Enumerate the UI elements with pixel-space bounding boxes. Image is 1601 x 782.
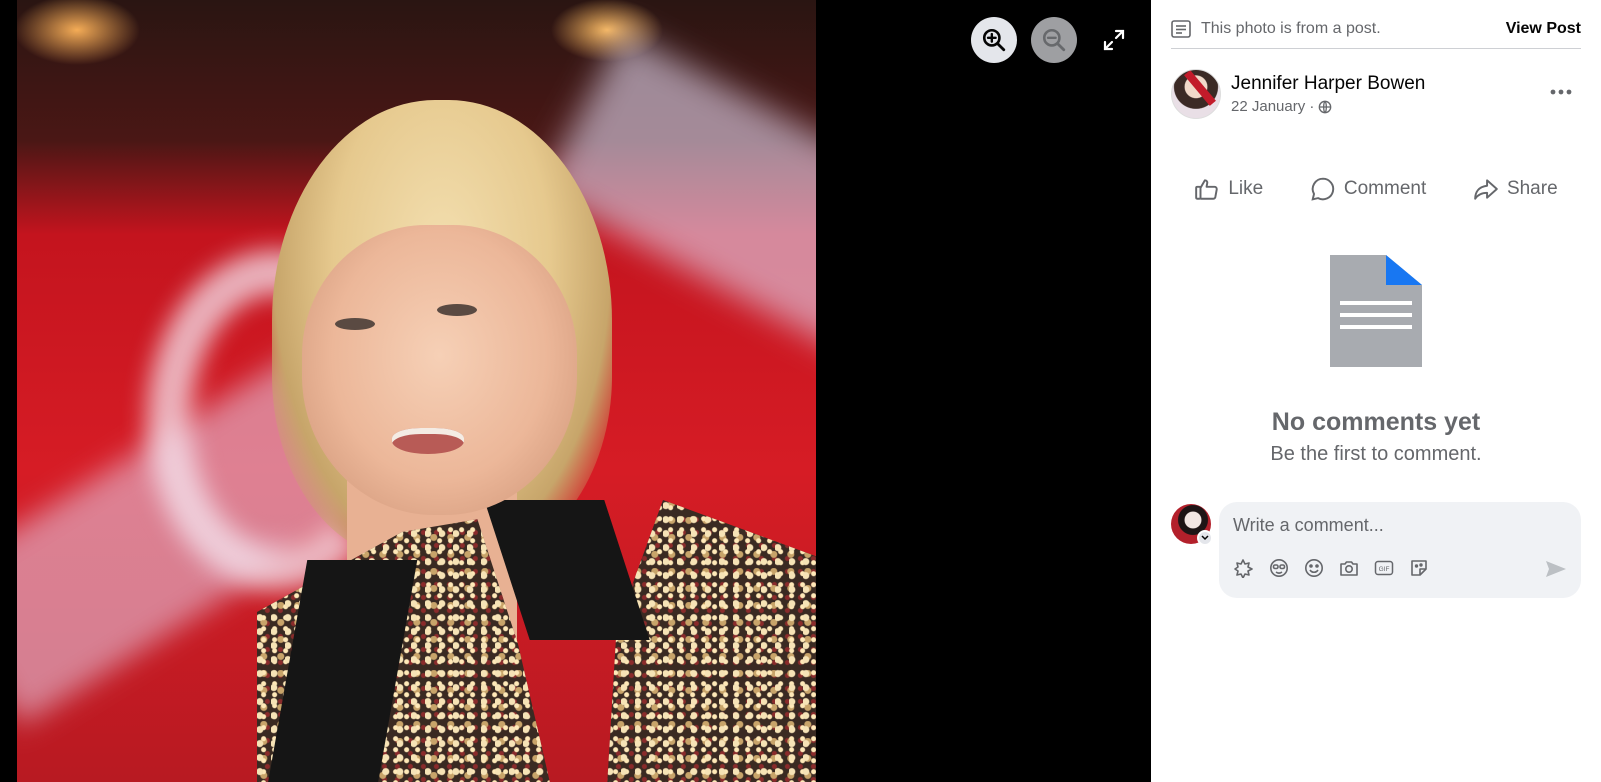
zoom-in-icon — [982, 28, 1006, 52]
thumbs-up-icon — [1195, 179, 1219, 200]
gif-button[interactable]: GIF — [1373, 557, 1395, 579]
author-avatar[interactable] — [1171, 69, 1221, 119]
post-date[interactable]: 22 January · — [1231, 98, 1314, 115]
photo-eye — [335, 318, 375, 330]
emoji-face-icon — [1270, 559, 1288, 577]
photo-viewer — [0, 0, 1151, 782]
more-options-button[interactable] — [1541, 80, 1581, 104]
author-name[interactable]: Jennifer Harper Bowen — [1231, 73, 1425, 95]
post-photo[interactable] — [17, 0, 816, 782]
post-author: Jennifer Harper Bowen 22 January · — [1171, 69, 1425, 119]
send-icon[interactable] — [1545, 559, 1567, 579]
document-icon — [1330, 255, 1422, 367]
camera-icon — [1340, 561, 1358, 576]
post-notice-text: This photo is from a post. — [1201, 20, 1381, 37]
no-comments-state: No comments yet Be the first to comment. — [1151, 255, 1601, 466]
comment-button[interactable]: Comment — [1310, 176, 1426, 202]
fullscreen-icon — [1103, 29, 1125, 51]
post-text-icon — [1171, 20, 1191, 38]
post-notice-bar: This photo is from a post. View Post — [1171, 10, 1581, 49]
svg-text:GIF: GIF — [1379, 566, 1390, 573]
chevron-down-icon[interactable] — [1197, 530, 1213, 546]
globe-icon — [1319, 100, 1332, 113]
post-actions-bar: Like Comment Share — [1171, 165, 1581, 213]
gif-icon: GIF — [1374, 560, 1394, 576]
fullscreen-button[interactable] — [1091, 17, 1137, 63]
share-arrow-icon — [1474, 179, 1498, 200]
emoji-button[interactable] — [1303, 557, 1325, 579]
share-label: Share — [1506, 178, 1558, 199]
emoji-face-button[interactable] — [1268, 557, 1290, 579]
comment-box: GIF — [1219, 502, 1581, 598]
photo-attach-button[interactable] — [1338, 557, 1360, 579]
photo-eye — [437, 304, 477, 316]
sticker-icon — [1411, 560, 1427, 576]
comment-tools: GIF — [1233, 557, 1430, 579]
post-side-panel: This photo is from a post. View Post Jen… — [1151, 0, 1601, 782]
comment-bubble-icon — [1311, 177, 1335, 201]
photo-mouth — [392, 428, 464, 454]
zoom-out-button[interactable] — [1031, 17, 1077, 63]
share-button[interactable]: Share — [1473, 176, 1558, 202]
view-post-link[interactable]: View Post — [1506, 20, 1581, 38]
no-comments-subtitle: Be the first to comment. — [1270, 443, 1482, 465]
like-button[interactable]: Like — [1194, 176, 1263, 202]
smiley-icon — [1305, 559, 1323, 577]
comment-input[interactable] — [1233, 512, 1563, 538]
like-label: Like — [1228, 178, 1264, 199]
photo-face — [302, 225, 577, 515]
avatar-sticker-icon — [1234, 559, 1253, 578]
sticker-button[interactable] — [1408, 557, 1430, 579]
current-user-avatar[interactable] — [1171, 504, 1213, 546]
zoom-out-icon — [1042, 28, 1066, 52]
avatar-sticker-button[interactable] — [1233, 557, 1255, 579]
no-comments-title: No comments yet — [1271, 408, 1481, 436]
more-horizontal-icon — [1550, 89, 1572, 95]
zoom-in-button[interactable] — [971, 17, 1017, 63]
comment-label: Comment — [1343, 178, 1427, 199]
